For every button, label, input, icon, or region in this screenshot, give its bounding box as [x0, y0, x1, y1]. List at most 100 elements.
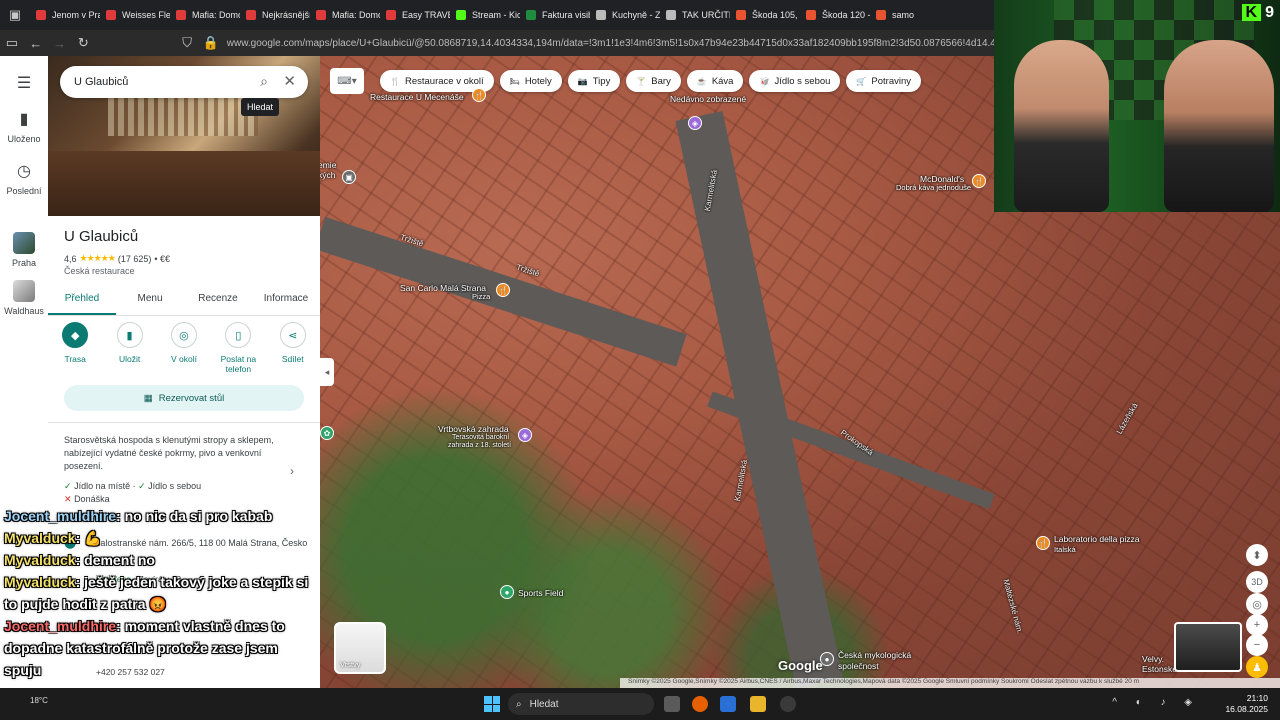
chat-text: : no nic da si pro kabab	[116, 508, 273, 524]
app-icon[interactable]	[720, 696, 736, 712]
rail-item-praha[interactable]: Praha	[0, 232, 48, 268]
pizza-pin-icon[interactable]: 🍴	[1036, 536, 1050, 550]
tab-label: Stream - Kick	[472, 10, 520, 20]
tab-menu[interactable]: Menu	[116, 288, 184, 315]
browser-tab[interactable]: Mafia: Domov	[310, 0, 380, 30]
share-button[interactable]: ⋖ Sdílet	[267, 322, 319, 374]
rail-item-recent[interactable]: ◷ Poslední	[0, 162, 48, 196]
browser-tab[interactable]: Mafia: Domov	[170, 0, 240, 30]
browser-tab[interactable]: Stream - Kick	[450, 0, 520, 30]
pegman-icon[interactable]: ♟	[1246, 656, 1268, 678]
menu-button[interactable]: ☰	[0, 74, 48, 98]
close-icon[interactable]: ✕	[283, 72, 296, 90]
sidebar-toggle-icon[interactable]: ▭	[0, 30, 24, 56]
category-chip[interactable]: 🍸 Bary	[626, 70, 681, 92]
street-label: Karmelitská	[732, 459, 749, 502]
browser-tab[interactable]: Škoda 120 - P	[800, 0, 870, 30]
category-chip[interactable]: 📷 Tipy	[567, 70, 621, 92]
browser-tab[interactable]: Weisses Fleisc	[100, 0, 170, 30]
map-label[interactable]: Laboratorio della pizza	[1054, 534, 1140, 544]
firefox-icon[interactable]	[692, 696, 708, 712]
task-view-icon[interactable]	[664, 696, 680, 712]
browser-tab[interactable]: samo	[870, 0, 940, 30]
street-view-thumbnail[interactable]	[1174, 622, 1242, 672]
map-label: Dobrá káva jednoduše	[896, 183, 972, 192]
reload-icon[interactable]: ↻	[71, 30, 95, 56]
rating-row[interactable]: 4,6 ★★★★★ (17 625) • €€	[64, 253, 170, 264]
tilt-3d-button[interactable]: 3D	[1246, 571, 1268, 593]
park-pin-icon[interactable]: ✿	[320, 426, 334, 440]
pizza-pin-icon[interactable]: 🍴	[496, 283, 510, 297]
service-dine-in: Jídlo na místě	[74, 481, 131, 491]
search-icon: ⌕	[516, 698, 522, 710]
browser-tab[interactable]: Faktura visible	[520, 0, 590, 30]
map-label[interactable]: Restaurace U Mecenáše	[370, 92, 464, 102]
kick-logo: K	[1241, 4, 1262, 21]
obs-icon[interactable]	[780, 696, 796, 712]
browser-tab[interactable]: Nejkrásnější	[240, 0, 310, 30]
chat-username: Myvalduck	[4, 530, 76, 546]
clock-date: 16.08.2025	[1225, 704, 1268, 714]
reserve-table-button[interactable]: ▦ Rezervovat stůl	[64, 385, 304, 411]
browser-tab[interactable]: TAK URČITE -	[660, 0, 730, 30]
map-label[interactable]: Sports Field	[518, 588, 563, 598]
lock-icon[interactable]: 🔒	[199, 30, 223, 56]
tab-overview[interactable]: Přehled	[48, 288, 116, 315]
system-tray[interactable]: ^ ◐ ♪ ◈	[1112, 697, 1200, 708]
place-description[interactable]: Starosvětská hospoda s klenutými stropy …	[64, 434, 284, 473]
browser-tab[interactable]: Jenom v Praz	[30, 0, 100, 30]
webcam-overlay: K9	[994, 0, 1280, 212]
rail-item-saved[interactable]: ▮ Uloženo	[0, 110, 48, 144]
directions-button[interactable]: ◆ Trasa	[49, 322, 101, 374]
praha-thumbnail	[13, 232, 35, 254]
museum-pin-icon[interactable]: ▣	[342, 170, 356, 184]
taskbar-search[interactable]: ⌕ Hledat	[508, 693, 654, 715]
nearby-button[interactable]: ◎ V okolí	[158, 322, 210, 374]
map-label[interactable]: Česká mykologická	[838, 650, 911, 660]
zoom-out-button[interactable]: −	[1246, 634, 1268, 656]
chip-label: Potraviny	[871, 75, 911, 87]
category-chip[interactable]: ☕ Káva	[686, 70, 744, 92]
search-input[interactable]: U Glaubiců ⌕ ✕	[60, 66, 308, 98]
restaurant-pin-icon[interactable]: 🍴	[472, 88, 486, 102]
windows-start-icon[interactable]	[484, 696, 500, 712]
shield-icon[interactable]: ⛉	[175, 30, 199, 56]
save-button[interactable]: ▮ Uložit	[104, 322, 156, 374]
my-location-icon[interactable]: ◎	[1246, 593, 1268, 615]
back-icon[interactable]: ←	[24, 30, 48, 56]
search-icon[interactable]: ⌕	[260, 73, 268, 90]
forward-icon[interactable]: →	[48, 30, 72, 56]
category-chip[interactable]: 🛏 Hotely	[499, 70, 562, 92]
chat-username: Myvalduck	[4, 552, 76, 568]
keyboard-icon[interactable]: ⌨▾	[330, 68, 364, 94]
category-chip[interactable]: 🥡 Jídlo s sebou	[749, 70, 841, 92]
browser-tab[interactable]: Škoda 105, 12	[730, 0, 800, 30]
layers-button[interactable]: Vrstvy	[334, 622, 386, 674]
clock[interactable]: 21:10 16.08.2025	[1225, 693, 1268, 715]
rail-item-waldhaus[interactable]: Waldhaus	[0, 280, 48, 316]
url-field[interactable]: www.google.com/maps/place/U+Glaubicü/@50…	[227, 38, 1000, 49]
recent-pin-icon[interactable]: ◈	[688, 116, 702, 130]
chevron-right-icon[interactable]: ›	[290, 464, 294, 478]
send-to-phone-button[interactable]: ▯ Poslat na telefon	[212, 322, 264, 374]
category-chip[interactable]: 🛒 Potraviny	[846, 70, 921, 92]
browser-tab[interactable]: Kuchyně - Zas	[590, 0, 660, 30]
tab-actions-icon[interactable]: ▣	[0, 0, 30, 30]
weather-widget[interactable]: 18°C	[30, 696, 48, 705]
browser-tab[interactable]: Easy TRAVEL	[380, 0, 450, 30]
collapse-panel-icon[interactable]: ◂	[320, 358, 334, 386]
compass-icon[interactable]: ⬍	[1246, 544, 1268, 566]
tab-reviews[interactable]: Recenze	[184, 288, 252, 315]
service-takeout: Jídlo s sebou	[148, 481, 202, 491]
garden-pin-icon[interactable]: ◈	[518, 428, 532, 442]
map-label[interactable]: Vrtbovská zahrada	[438, 424, 509, 434]
hamburger-icon: ☰	[16, 75, 32, 92]
file-explorer-icon[interactable]	[750, 696, 766, 712]
address-bar-row: ▭ ← → ↻ ⛉ 🔒 www.google.com/maps/place/U+…	[0, 30, 1000, 56]
zoom-in-button[interactable]: +	[1246, 614, 1268, 636]
restaurant-pin-icon[interactable]: 🍴	[972, 174, 986, 188]
check-icon: ✓	[138, 481, 146, 491]
tab-info[interactable]: Informace	[252, 288, 320, 315]
place-category[interactable]: Česká restaurace	[64, 266, 135, 276]
sports-pin-icon[interactable]: ●	[500, 585, 514, 599]
